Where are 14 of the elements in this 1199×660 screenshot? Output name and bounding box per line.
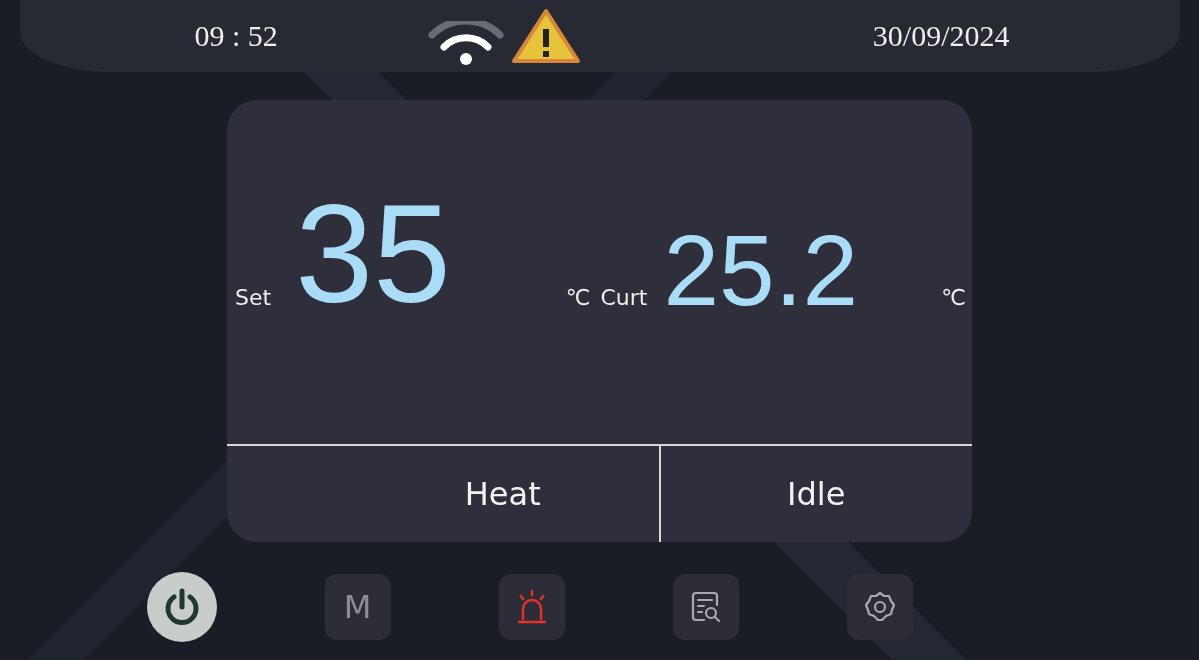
- current-temperature: 25.2: [663, 230, 859, 310]
- date-text: 30/09/2024: [872, 19, 1010, 53]
- unit-text: ℃: [565, 285, 591, 310]
- unit-text: ℃: [941, 285, 966, 310]
- current-label: Curt: [600, 285, 648, 310]
- log-search-button[interactable]: [672, 574, 739, 640]
- state-text: Idle: [658, 446, 972, 542]
- alarm-button[interactable]: [498, 574, 565, 640]
- set-label: Set: [235, 285, 272, 310]
- mode-text: Heat: [463, 474, 542, 515]
- set-temperature[interactable]: 35: [295, 198, 451, 310]
- settings-button[interactable]: [846, 574, 913, 640]
- mode-button[interactable]: M: [324, 574, 391, 640]
- time-text: 09 : 52: [194, 19, 278, 53]
